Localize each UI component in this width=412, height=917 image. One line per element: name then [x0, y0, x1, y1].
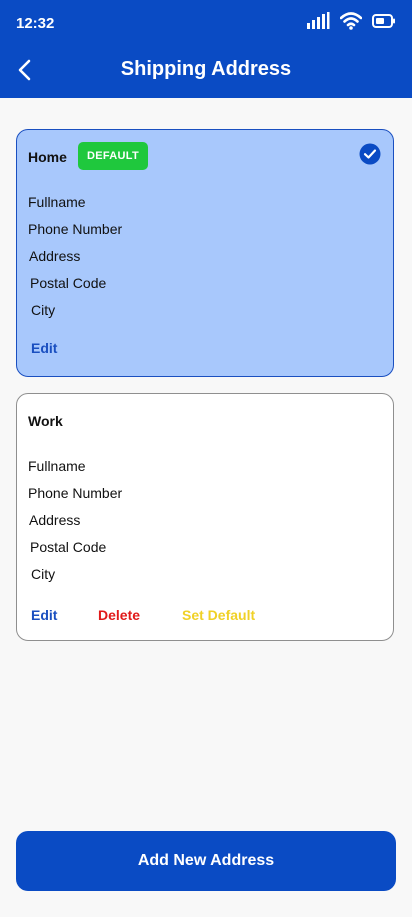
status-time: 12:32: [16, 15, 55, 32]
address-name: Home: [28, 149, 67, 165]
edit-button[interactable]: Edit: [31, 340, 57, 356]
app-header: 12:32 Shipping Address: [0, 0, 412, 98]
set-default-button[interactable]: Set Default: [182, 607, 255, 623]
address-card-work[interactable]: Work Fullname Phone Number Address Posta…: [16, 393, 394, 641]
field-postal-code: Postal Code: [30, 539, 107, 555]
wifi-icon: [340, 12, 362, 30]
default-badge: DEFAULT: [78, 142, 148, 170]
delete-button[interactable]: Delete: [98, 607, 140, 623]
field-city: City: [31, 302, 56, 318]
signal-icon: [307, 12, 330, 29]
field-phone: Phone Number: [28, 221, 123, 237]
field-address: Address: [29, 512, 81, 528]
address-name: Work: [28, 413, 63, 429]
page-title: Shipping Address: [120, 58, 292, 80]
add-new-address-button[interactable]: Add New Address: [16, 831, 396, 891]
status-icons: [306, 12, 396, 30]
field-fullname: Fullname: [28, 194, 86, 210]
check-circle-icon[interactable]: [359, 143, 381, 165]
field-phone: Phone Number: [28, 485, 123, 501]
battery-icon: [372, 14, 395, 28]
field-city: City: [31, 566, 56, 582]
address-card-home[interactable]: Home DEFAULT Fullname Phone Number Addre…: [16, 129, 394, 377]
field-fullname: Fullname: [28, 458, 86, 474]
field-postal-code: Postal Code: [30, 275, 107, 291]
edit-button[interactable]: Edit: [31, 607, 57, 623]
field-address: Address: [29, 248, 81, 264]
